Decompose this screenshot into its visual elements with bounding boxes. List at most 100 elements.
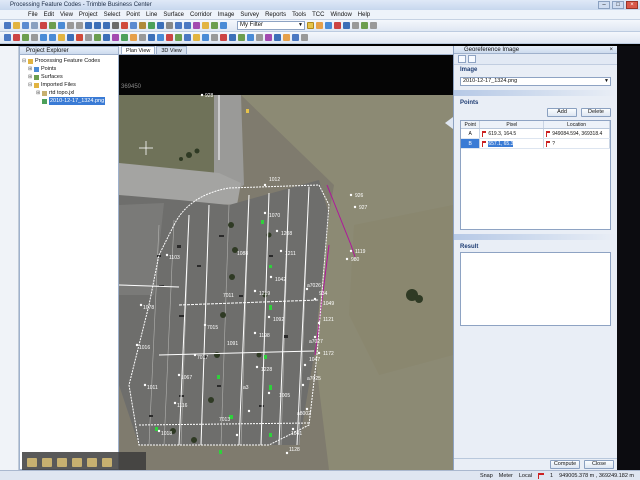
snap-toggle[interactable]: Snap [480,473,493,479]
edit-icon[interactable] [31,34,38,41]
gps-icon[interactable] [229,34,236,41]
tree-item-root[interactable]: ⊟ Processing Feature Codes [22,57,118,65]
table-icon[interactable] [256,34,263,41]
location-cell[interactable]: ? [544,139,611,148]
options-icon[interactable] [166,22,173,29]
units-indicator[interactable]: Meter [499,473,513,479]
pick-flag-icon[interactable] [482,140,487,147]
layer-icon[interactable] [139,22,146,29]
menu-surface[interactable]: Surface [163,12,184,18]
app-icon[interactable] [72,457,82,467]
pixel-cell[interactable]: 657.1, 65.3 [480,139,545,148]
line-icon[interactable] [334,22,341,29]
app-icon[interactable] [87,457,97,467]
pixel-cell[interactable]: 619.3, 164.5 [480,129,545,138]
network-icon[interactable] [238,34,245,41]
tree-item-imported-files[interactable]: ⊟ Imported Files [22,81,118,89]
close-panel-icon[interactable]: × [609,46,613,54]
grid-icon[interactable] [184,22,191,29]
code-icon[interactable] [265,34,272,41]
view-icon[interactable] [175,22,182,29]
close-window-button[interactable]: × [626,1,638,9]
minimize-button[interactable]: – [598,1,610,9]
intersect-icon[interactable] [103,34,110,41]
check-codes-icon[interactable] [274,34,281,41]
snap-icon[interactable] [316,22,323,29]
trim-icon[interactable] [76,34,83,41]
expand-icon[interactable]: ⊞ [28,73,33,81]
menu-project[interactable]: Project [79,12,98,18]
zoom-extents-icon[interactable] [85,22,92,29]
menu-survey[interactable]: Survey [240,12,259,18]
report-icon[interactable] [184,34,191,41]
surface-icon[interactable] [148,22,155,29]
zoom-out-icon[interactable] [103,22,110,29]
expand-icon[interactable]: ⊞ [36,89,41,97]
save-icon[interactable] [22,22,29,29]
alert-icon[interactable] [166,34,173,41]
zoom-in-icon[interactable] [94,22,101,29]
tab-plan-view[interactable]: Plan View [121,46,156,54]
menu-select[interactable]: Select [104,12,121,18]
text-icon[interactable] [370,22,377,29]
move-icon[interactable] [49,34,56,41]
image-icon[interactable] [193,34,200,41]
settings-icon[interactable] [211,34,218,41]
app-icon[interactable] [102,457,112,467]
copy-icon[interactable] [40,34,47,41]
pick-flag-icon[interactable] [482,130,487,137]
collapse-icon[interactable]: ⊟ [22,57,27,65]
coordinate-icon[interactable] [325,22,332,29]
pick-flag-icon[interactable] [546,130,551,137]
select-icon[interactable] [130,22,137,29]
close-button[interactable]: Close [584,460,614,469]
sync-icon[interactable] [247,34,254,41]
export-icon[interactable] [58,22,65,29]
folder-icon[interactable] [58,34,65,41]
pan-icon[interactable] [112,22,119,29]
menu-file[interactable]: File [28,12,38,18]
tree-item-surfaces[interactable]: ⊞ Surfaces [22,73,118,81]
area-icon[interactable] [361,22,368,29]
station-icon[interactable] [148,34,155,41]
mark-icon[interactable] [220,34,227,41]
tab-3d-view[interactable]: 3D View [156,46,187,54]
extend-icon[interactable] [85,34,92,41]
measure-distance-icon[interactable] [139,34,146,41]
folder-icon[interactable] [42,457,52,467]
maximize-button[interactable]: □ [612,1,624,9]
rotate-icon[interactable] [67,34,74,41]
flag-icon[interactable] [202,22,209,29]
compass-icon[interactable] [220,22,227,29]
plan-view-canvas[interactable]: 369450 928 926 927 1119 980 934 a7026 10… [119,55,453,470]
table-row[interactable]: B 657.1, 65.3 ? [461,139,611,149]
menu-view[interactable]: View [60,12,73,18]
collapse-icon[interactable]: ⊟ [28,81,33,89]
filter-select[interactable]: My Filter ▼ [237,21,305,30]
feature-icon[interactable] [193,22,200,29]
app-icon[interactable] [57,457,67,467]
options-icon[interactable] [458,55,466,63]
compute-button[interactable]: Compute [550,460,580,469]
delete-icon[interactable] [40,22,47,29]
coordinate-system-indicator[interactable]: Local [519,473,532,479]
redo-icon[interactable] [76,22,83,29]
expand-icon[interactable]: ⊞ [28,65,33,73]
label-icon[interactable] [130,34,137,41]
print-icon[interactable] [31,22,38,29]
curve-icon[interactable] [343,22,350,29]
menu-point[interactable]: Point [126,12,140,18]
pixel-input[interactable]: 657.1, 65.3 [488,141,514,147]
volume-icon[interactable] [175,34,182,41]
tree-icon[interactable] [211,22,218,29]
folder-icon[interactable] [27,457,37,467]
image-select[interactable]: 2010-12-17_1324.png ▼ [460,77,611,86]
contour-icon[interactable] [121,34,128,41]
delete-point-button[interactable]: Delete [581,108,611,117]
location-cell[interactable]: 949084.594, 369318.4 [544,129,611,138]
offset-icon[interactable] [94,34,101,41]
menu-help[interactable]: Help [358,12,370,18]
list-icon[interactable] [468,55,476,63]
cogo-icon[interactable] [4,34,11,41]
pick-flag-icon[interactable] [546,140,551,147]
